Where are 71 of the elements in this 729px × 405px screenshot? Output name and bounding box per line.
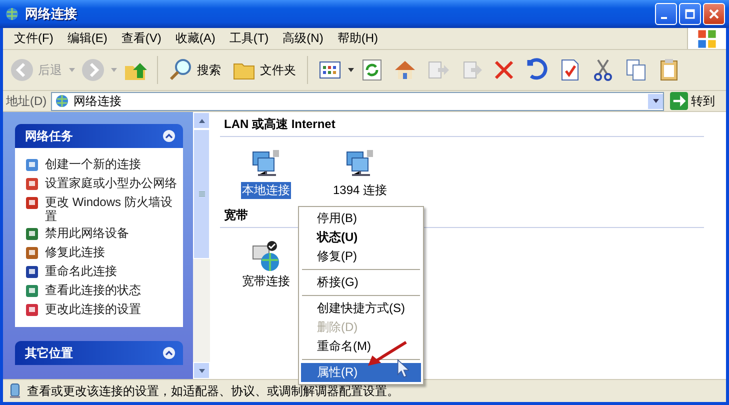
- go-button[interactable]: 转到: [668, 92, 723, 110]
- connection-label[interactable]: 本地连接: [241, 182, 291, 199]
- menu-item[interactable]: 停用(B): [301, 209, 421, 228]
- task-icon: [24, 226, 40, 242]
- dropdown-arrow-icon: [652, 97, 660, 105]
- maximize-icon: [685, 9, 695, 19]
- menu-item[interactable]: 编辑(E): [60, 30, 114, 47]
- group-header: LAN 或高速 Internet: [220, 116, 704, 137]
- task-icon: [24, 195, 40, 211]
- go-arrow-icon: [670, 92, 688, 110]
- broadband-globe-icon[interactable]: [250, 240, 282, 272]
- connection-label[interactable]: 宽带连接: [241, 273, 291, 290]
- grip-icon: [198, 190, 206, 198]
- task-link[interactable]: 设置家庭或小型办公网络: [45, 176, 177, 190]
- window-title: 网络连接: [25, 5, 77, 23]
- menu-item[interactable]: 收藏(A): [168, 30, 222, 47]
- up-arrow-icon[interactable]: [198, 116, 206, 124]
- dropdown-arrow-icon[interactable]: [347, 66, 355, 74]
- task-icon: [24, 302, 40, 318]
- menu-item[interactable]: 创建快捷方式(S): [301, 299, 421, 318]
- task-link[interactable]: 修复此连接: [45, 245, 105, 259]
- task-icon: [24, 157, 40, 173]
- menu-item[interactable]: 高级(N): [276, 30, 330, 47]
- search-icon: [169, 58, 193, 82]
- menu-item[interactable]: 状态(U): [301, 228, 421, 247]
- menu-item[interactable]: 桥接(G): [301, 273, 421, 292]
- minimize-icon: [661, 17, 667, 19]
- task-link[interactable]: 更改 Windows 防火墙设置: [45, 195, 178, 223]
- refresh-icon[interactable]: [360, 58, 384, 82]
- scrollbar[interactable]: [193, 112, 210, 379]
- task-icon: [24, 264, 40, 280]
- task-link[interactable]: 创建一个新的连接: [45, 157, 141, 171]
- menu-item[interactable]: 工具(T): [222, 30, 276, 47]
- connection-label[interactable]: 1394 连接: [332, 182, 388, 199]
- address-field[interactable]: 网络连接: [50, 92, 664, 110]
- undo-icon[interactable]: [525, 58, 549, 82]
- task-panel-header[interactable]: 网络任务: [15, 124, 183, 148]
- menu-item[interactable]: 属性(R): [301, 363, 421, 382]
- task-link[interactable]: 更改此连接的设置: [45, 302, 141, 316]
- mouse-cursor-icon: [397, 359, 409, 378]
- menu-item[interactable]: 修复(P): [301, 247, 421, 266]
- down-arrow-icon[interactable]: [198, 366, 206, 374]
- menu-item[interactable]: 查看(V): [114, 30, 168, 47]
- house-icon[interactable]: [393, 58, 417, 82]
- task-icon: [24, 283, 40, 299]
- task-panel-header[interactable]: 其它位置: [15, 341, 183, 365]
- menu-item[interactable]: 文件(F): [7, 30, 60, 47]
- task-link[interactable]: 重命名此连接: [45, 264, 117, 278]
- close-icon: [709, 9, 719, 19]
- task-icon: [24, 176, 40, 192]
- delete-icon[interactable]: [492, 58, 516, 82]
- globe-icon: [54, 93, 70, 109]
- task-icon: [24, 245, 40, 261]
- chevron-icon[interactable]: [163, 347, 175, 359]
- dropdown-button[interactable]: [648, 94, 663, 108]
- status-text: 查看或更改该连接的设置，如适配器、协议、或调制解调器配置设置。: [27, 382, 399, 400]
- globe-icon: [4, 6, 20, 22]
- computer-icon: [7, 383, 23, 399]
- minimize-button[interactable]: [655, 3, 677, 25]
- folders-button[interactable]: 文件夹: [229, 56, 299, 84]
- scissors-icon[interactable]: [591, 58, 615, 82]
- close-button[interactable]: [703, 3, 725, 25]
- menu-item[interactable]: 重命名(M): [301, 337, 421, 356]
- chevron-icon[interactable]: [163, 130, 175, 142]
- search-button[interactable]: 搜索: [166, 56, 224, 84]
- task-link[interactable]: 禁用此网络设备: [45, 226, 129, 240]
- address-label: 地址(D): [6, 92, 47, 110]
- menu-item[interactable]: 帮助(H): [330, 30, 385, 47]
- copy-icon[interactable]: [624, 58, 648, 82]
- maximize-button[interactable]: [679, 3, 701, 25]
- task-link[interactable]: 查看此连接的状态: [45, 283, 141, 297]
